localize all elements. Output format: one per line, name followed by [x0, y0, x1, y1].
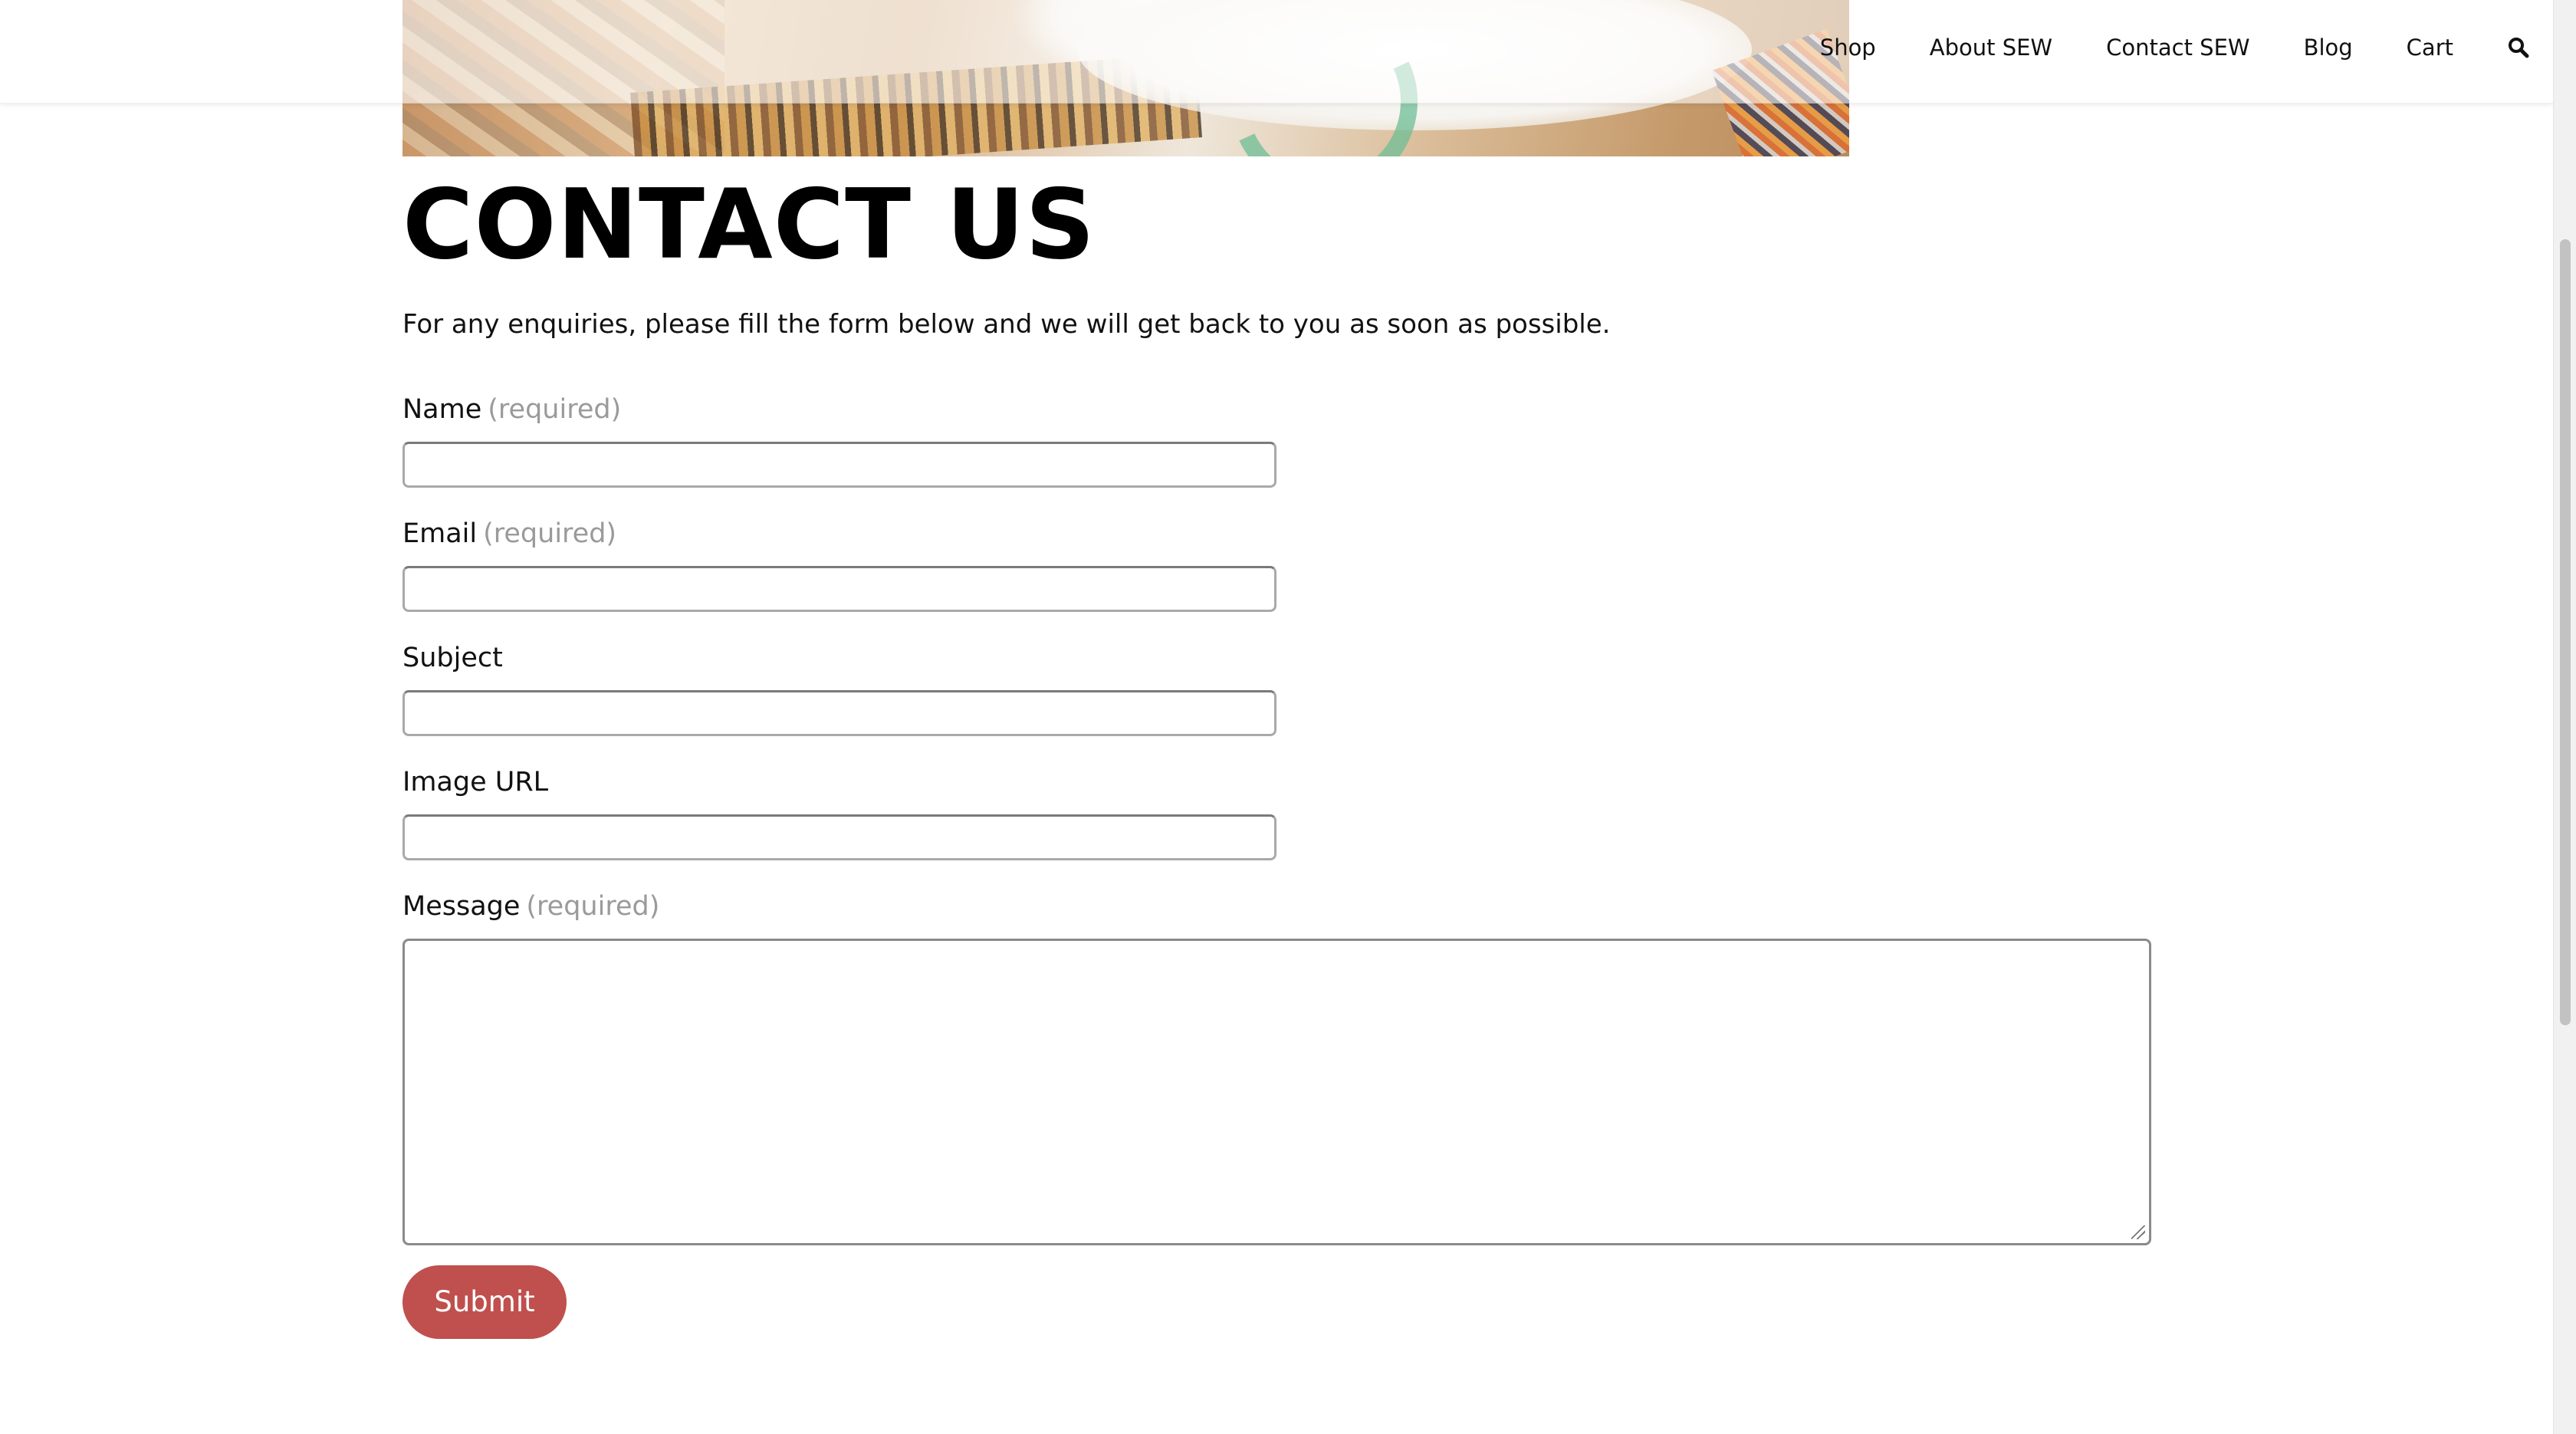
submit-button[interactable]: Submit: [402, 1265, 567, 1339]
email-required-note: (required): [483, 518, 617, 549]
scrollbar-thumb[interactable]: [2560, 239, 2571, 1025]
nav-cart[interactable]: Cart: [2407, 35, 2453, 61]
image-url-field-group: Image URL: [402, 767, 2166, 860]
nav-contact-sew[interactable]: Contact SEW: [2106, 35, 2249, 61]
main-content: CONTACT US For any enquiries, please fil…: [402, 176, 2166, 1339]
subject-input[interactable]: [402, 689, 1276, 736]
email-field-group: Email (required): [402, 518, 2166, 612]
message-required-note: (required): [526, 890, 660, 922]
page-title: CONTACT US: [402, 168, 1096, 281]
image-url-label: Image URL: [402, 766, 549, 798]
page-scrollbar[interactable]: [2553, 0, 2576, 1434]
name-label-text: Name: [402, 393, 482, 425]
message-label: Message (required): [402, 891, 2166, 922]
subject-label: Subject: [402, 642, 503, 673]
name-field-group: Name (required): [402, 394, 2166, 488]
nav-blog[interactable]: Blog: [2304, 35, 2353, 61]
nav-shop[interactable]: Shop: [1820, 35, 1876, 61]
search-icon[interactable]: [2507, 36, 2530, 59]
email-label-text: Email: [402, 518, 478, 549]
name-label: Name (required): [402, 394, 2166, 425]
name-required-note: (required): [488, 393, 622, 425]
email-input[interactable]: [402, 565, 1276, 612]
message-textarea[interactable]: [402, 938, 2151, 1245]
name-input[interactable]: [402, 441, 1276, 488]
resize-handle-icon[interactable]: [2131, 1225, 2145, 1239]
contact-page: Shop About SEW Contact SEW Blog Cart CON…: [0, 0, 2576, 1434]
subject-field-group: Subject: [402, 643, 2166, 736]
image-url-input[interactable]: [402, 814, 1276, 860]
message-label-text: Message: [402, 890, 521, 922]
message-textarea-wrap: [402, 938, 2151, 1245]
email-label: Email (required): [402, 518, 2166, 549]
page-intro: For any enquiries, please fill the form …: [402, 309, 1611, 340]
nav-about-sew[interactable]: About SEW: [1930, 35, 2052, 61]
site-header: Shop About SEW Contact SEW Blog Cart: [0, 0, 2553, 104]
main-nav: Shop About SEW Contact SEW Blog Cart: [1820, 0, 2553, 95]
contact-form: Name (required) Email (required) Subject I…: [402, 394, 2166, 1339]
message-field-group: Message (required): [402, 891, 2166, 1245]
